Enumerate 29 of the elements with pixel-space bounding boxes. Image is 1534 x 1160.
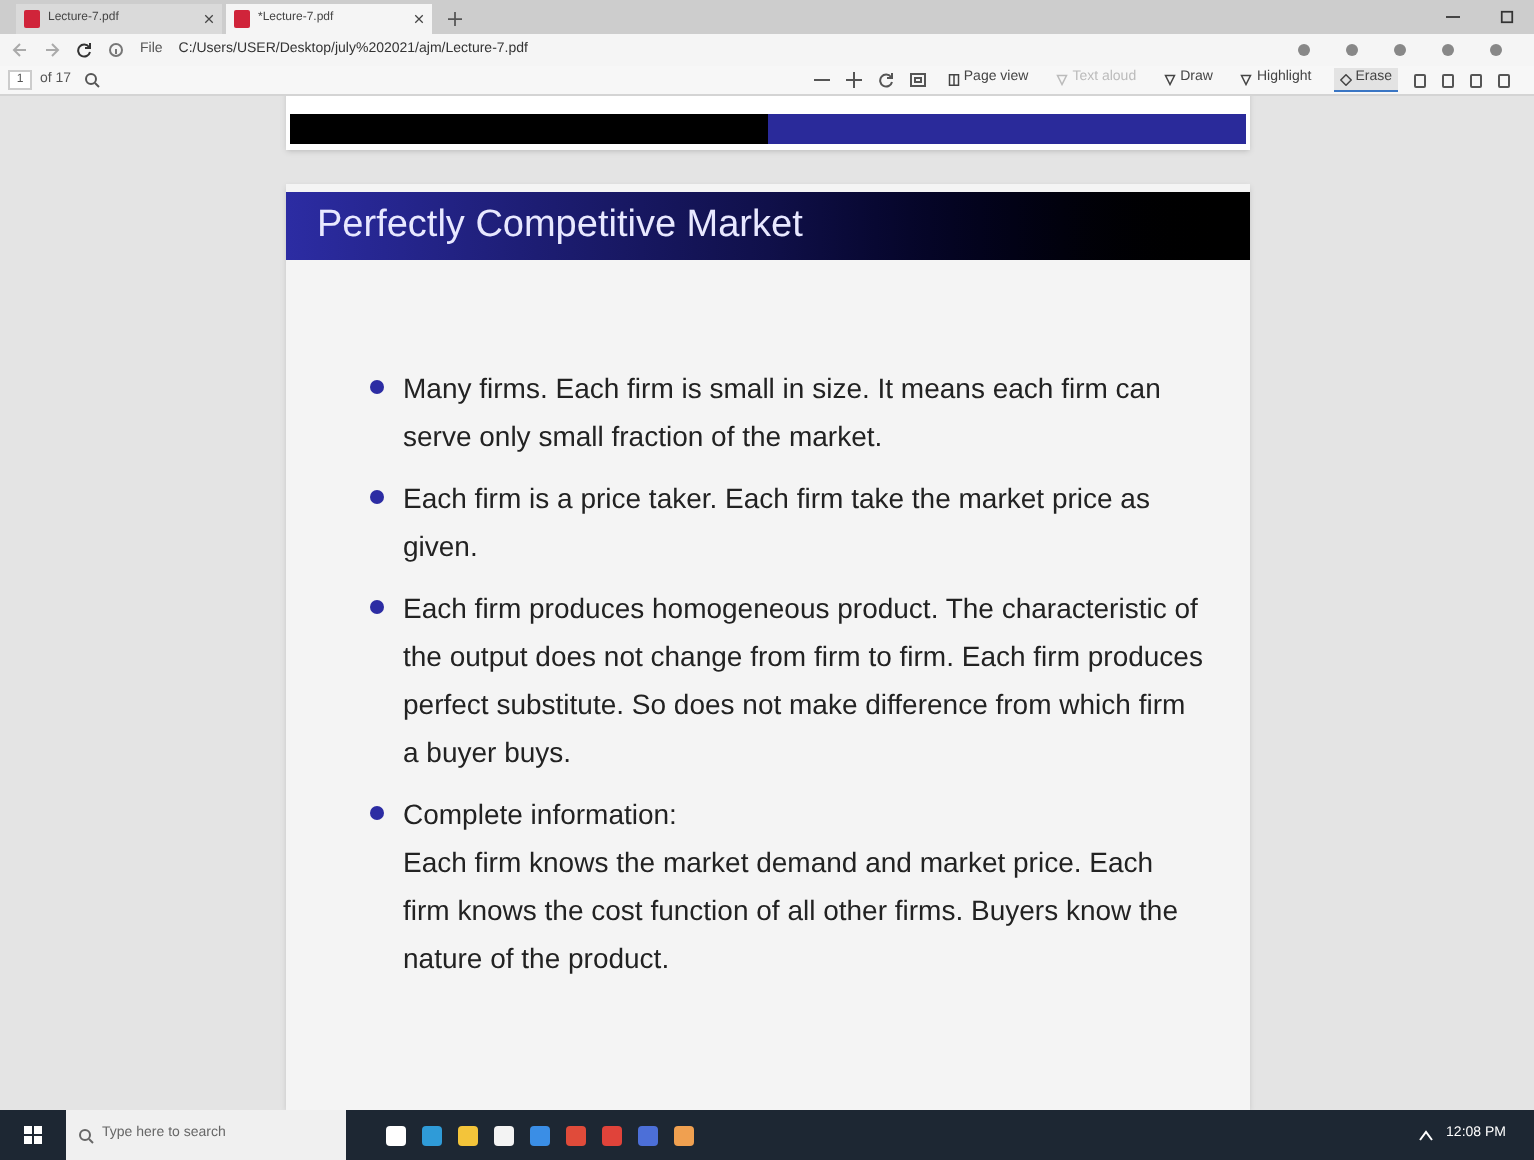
refresh-icon[interactable]: [76, 42, 92, 58]
slide-title: Perfectly Competitive Market: [285, 192, 1249, 261]
eraser-icon[interactable]: [1339, 73, 1352, 85]
bullet-text: Complete information: Each firm knows the market demand and market price. Each firm knows the cost function of all other firms. Buyers know the nature of the product.: [403, 796, 1180, 979]
close-icon[interactable]: [204, 14, 214, 24]
pen-icon[interactable]: [1164, 73, 1177, 85]
bullet-icon: [369, 380, 383, 395]
zoom-in-icon[interactable]: [845, 72, 862, 88]
fit-page-icon[interactable]: [909, 72, 926, 88]
pdf-icon: [234, 10, 250, 28]
bullet-text: Each firm is a price taker. Each firm take the market price as given.: [403, 480, 1152, 567]
maximize-icon[interactable]: [1500, 10, 1514, 24]
bullet-icon: [369, 490, 383, 505]
minimize-icon[interactable]: [1446, 10, 1460, 24]
info-icon[interactable]: [108, 42, 124, 58]
new-tab-icon[interactable]: [448, 12, 462, 26]
rotate-icon[interactable]: [877, 72, 894, 88]
search-icon[interactable]: [78, 1127, 94, 1143]
page-icon[interactable]: [947, 73, 960, 85]
bullet-text: Each firm produces homogeneous product. The characteristic of the output does not change from firm to firm. Each firm produces perfect substitute. So does not make difference from which firm a buyer buys.: [403, 590, 1205, 773]
bullet-text: Many firms. Each firm is small in size. It means each firm can serve only small fraction of the market.: [403, 370, 1163, 457]
marker-icon[interactable]: [1240, 73, 1253, 85]
windows-icon[interactable]: [24, 1126, 42, 1144]
search-icon[interactable]: [83, 72, 100, 88]
bullet-icon: [369, 600, 383, 615]
pdf-icon: [24, 10, 40, 28]
bullet-icon: [369, 806, 383, 821]
close-icon[interactable]: [414, 14, 424, 24]
tray-icon[interactable]: [1418, 1127, 1435, 1143]
